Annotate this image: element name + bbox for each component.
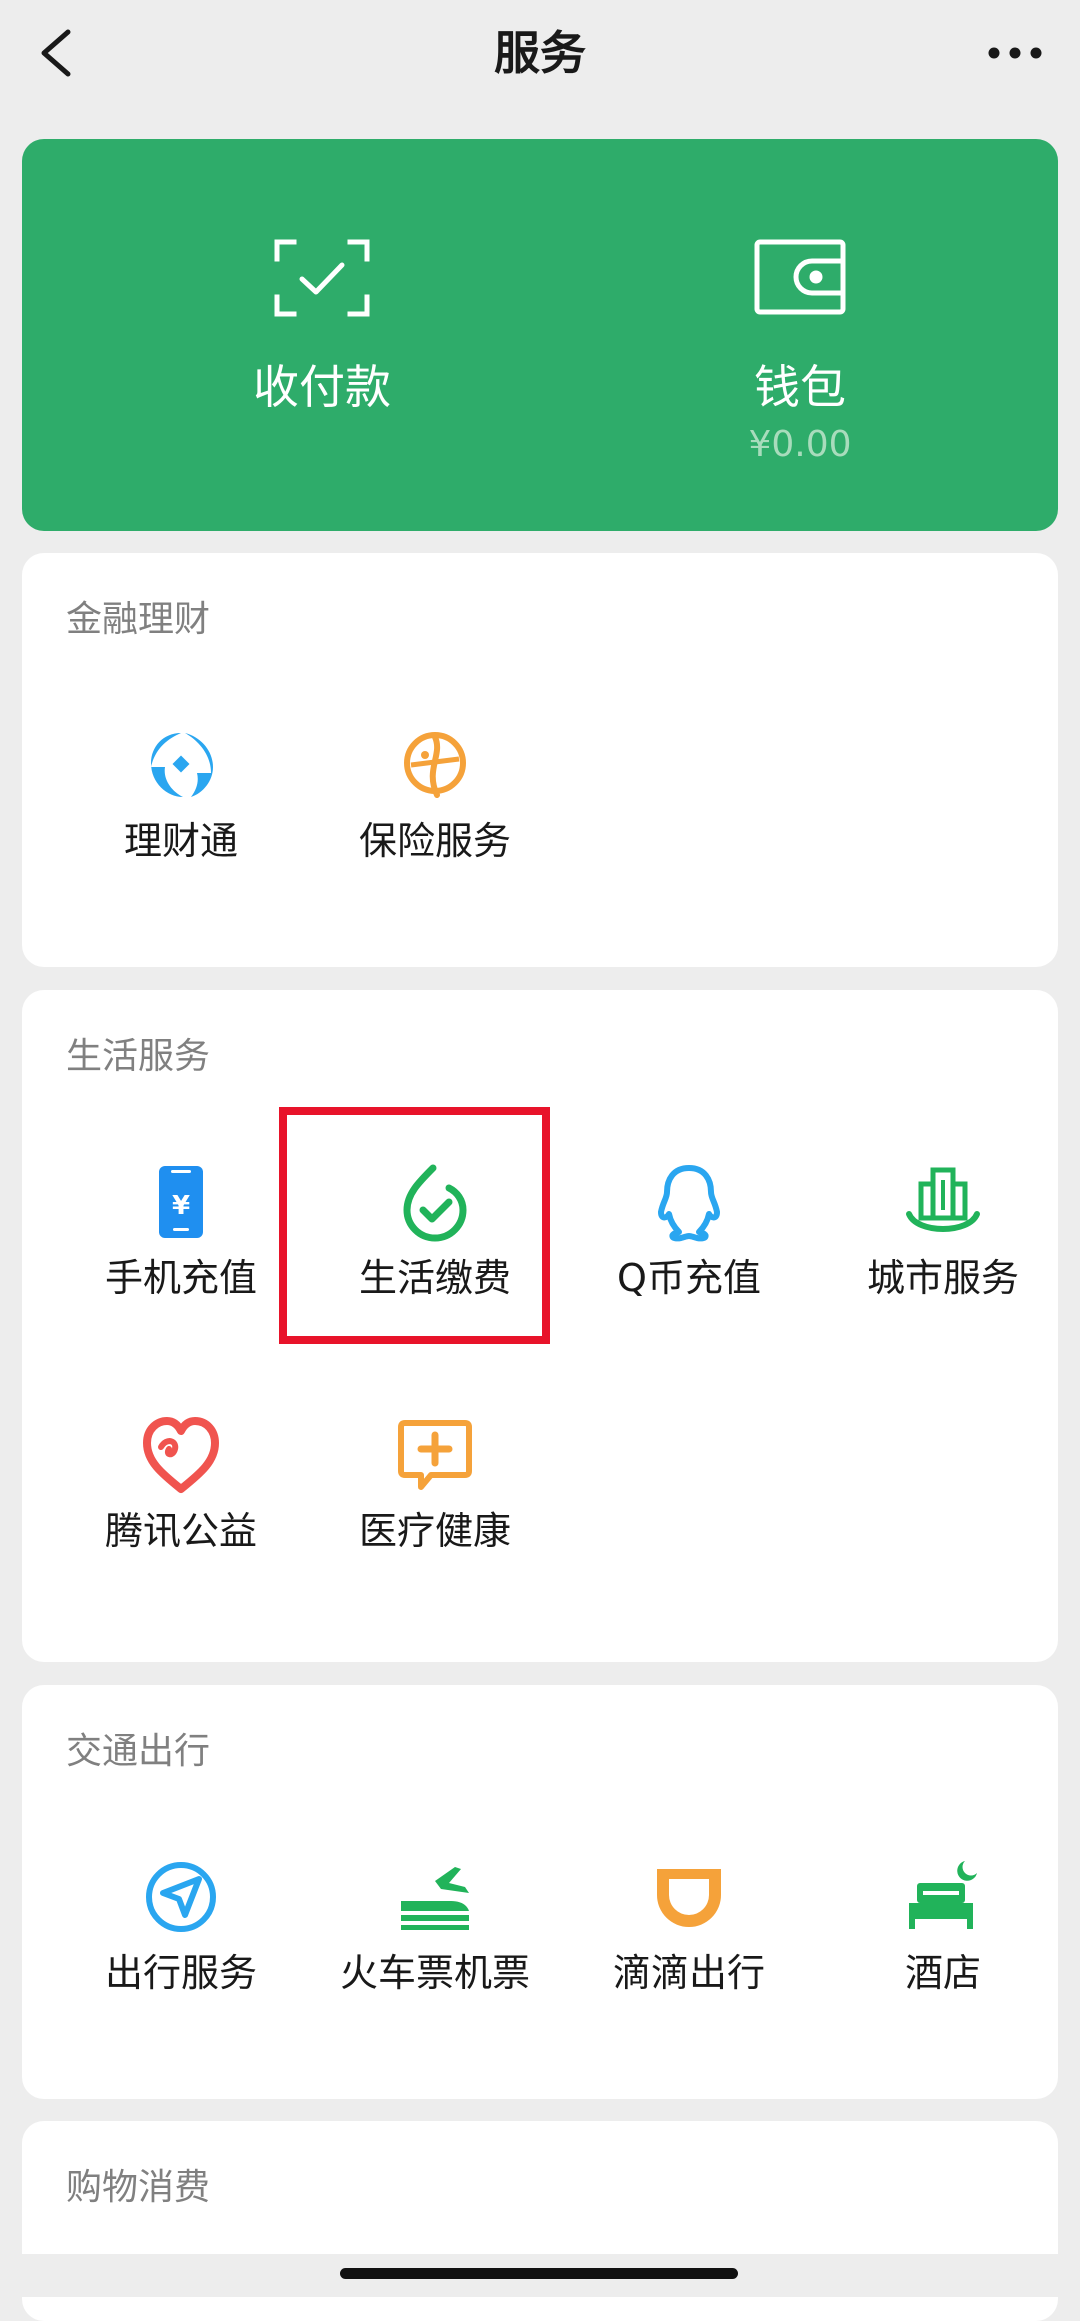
grid-item-train-plane[interactable]: 火车票机票	[308, 1845, 562, 2045]
grid-item-licaitong[interactable]: 理财通	[54, 713, 308, 913]
grid-item-label: 火车票机票	[339, 1951, 530, 1995]
grid-item-label: 理财通	[123, 819, 238, 863]
medical-icon	[398, 1420, 472, 1490]
section-life: 生活服务 ¥ 手机充值 生活缴费 Q币充值 城市服务 腾讯公益 医疗健康	[22, 990, 1058, 1662]
grid-item-travel-service[interactable]: 出行服务	[54, 1845, 308, 2045]
charity-heart-icon	[143, 1417, 219, 1493]
grid-item-qq-coin[interactable]: Q币充值	[562, 1150, 816, 1350]
grid-item-label: 酒店	[904, 1951, 981, 1995]
wallet-balance: ¥0.00	[748, 424, 852, 465]
grid-item-charity[interactable]: 腾讯公益	[54, 1403, 308, 1603]
page-title: 服务	[494, 26, 586, 80]
wallet-button[interactable]: 钱包 ¥0.00	[562, 139, 1038, 531]
utility-payment-icon	[403, 1164, 467, 1242]
grid-item-label: 腾讯公益	[104, 1509, 257, 1553]
section-title-life: 生活服务	[66, 1036, 211, 1077]
nav-bar: 服务	[0, 0, 1080, 110]
section-finance: 金融理财 理财通 保险服务	[22, 553, 1058, 967]
grid-item-city-service[interactable]: 城市服务	[816, 1150, 1070, 1350]
grid-item-didi[interactable]: 滴滴出行	[562, 1845, 816, 2045]
wallet-icon	[754, 239, 846, 315]
more-dots-icon	[988, 47, 1042, 59]
pay-receive-label: 收付款	[253, 360, 391, 414]
navigation-icon	[146, 1862, 216, 1932]
section-transport: 交通出行 出行服务 火车票机票 滴滴出行 酒店	[22, 1685, 1058, 2099]
city-service-icon	[906, 1167, 980, 1232]
section-title-shopping: 购物消费	[66, 2167, 211, 2208]
insurance-icon	[404, 732, 466, 798]
grid-item-label: 滴滴出行	[612, 1951, 765, 1995]
hotel-bed-icon	[909, 1861, 977, 1929]
svg-text:¥: ¥	[172, 1191, 190, 1221]
scan-check-icon	[274, 239, 370, 317]
phone-topup-icon: ¥	[159, 1166, 203, 1238]
grid-item-label: 手机充值	[104, 1256, 257, 1300]
grid-item-utility-payment[interactable]: 生活缴费	[308, 1150, 562, 1350]
grid-item-label: 医疗健康	[358, 1509, 511, 1553]
qq-coin-icon	[658, 1165, 720, 1242]
grid-item-label: 保险服务	[358, 819, 511, 863]
train-plane-icon	[401, 1867, 469, 1930]
section-title-finance: 金融理财	[66, 599, 211, 640]
wallet-label: 钱包	[754, 360, 846, 414]
grid-item-hotel[interactable]: 酒店	[816, 1845, 1070, 2045]
grid-item-label: 出行服务	[104, 1951, 257, 1995]
grid-item-label: 城市服务	[866, 1256, 1019, 1300]
licaitong-icon	[151, 733, 213, 797]
grid-item-medical[interactable]: 医疗健康	[308, 1403, 562, 1603]
more-button[interactable]	[980, 26, 1050, 80]
grid-item-phone-topup[interactable]: ¥ 手机充值	[54, 1150, 308, 1350]
grid-item-insurance[interactable]: 保险服务	[308, 713, 562, 913]
grid-item-label: Q币充值	[617, 1256, 761, 1300]
home-indicator[interactable]	[340, 2268, 738, 2279]
grid-item-label: 生活缴费	[358, 1256, 511, 1300]
section-title-transport: 交通出行	[66, 1731, 211, 1772]
didi-icon	[657, 1869, 721, 1927]
wallet-card: 收付款 钱包 ¥0.00	[22, 139, 1058, 531]
pay-receive-button[interactable]: 收付款	[102, 139, 542, 531]
